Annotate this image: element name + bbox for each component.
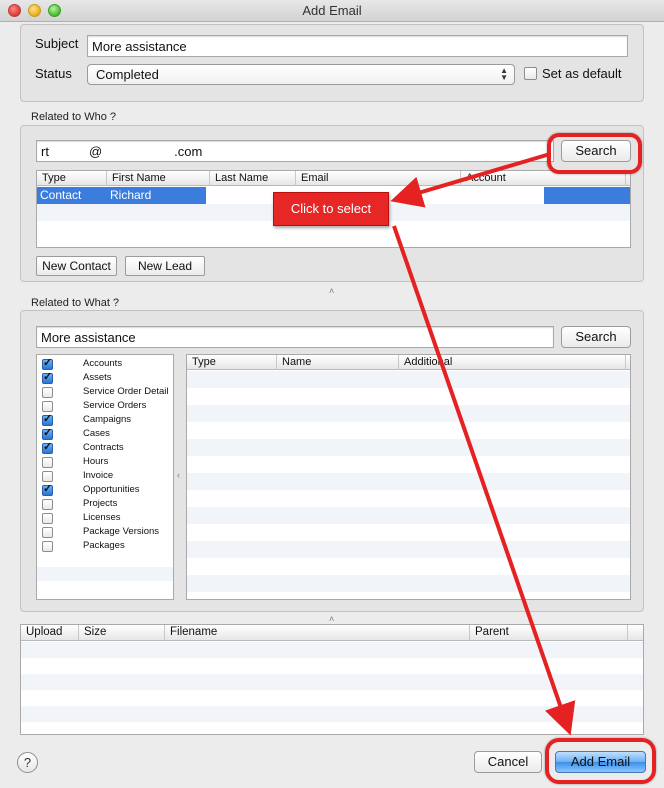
arrow-to-add-email bbox=[392, 225, 576, 736]
arrow-to-result-row bbox=[390, 152, 551, 208]
click-to-select-callout: Click to select bbox=[273, 192, 389, 226]
annotation-arrows bbox=[390, 152, 576, 736]
